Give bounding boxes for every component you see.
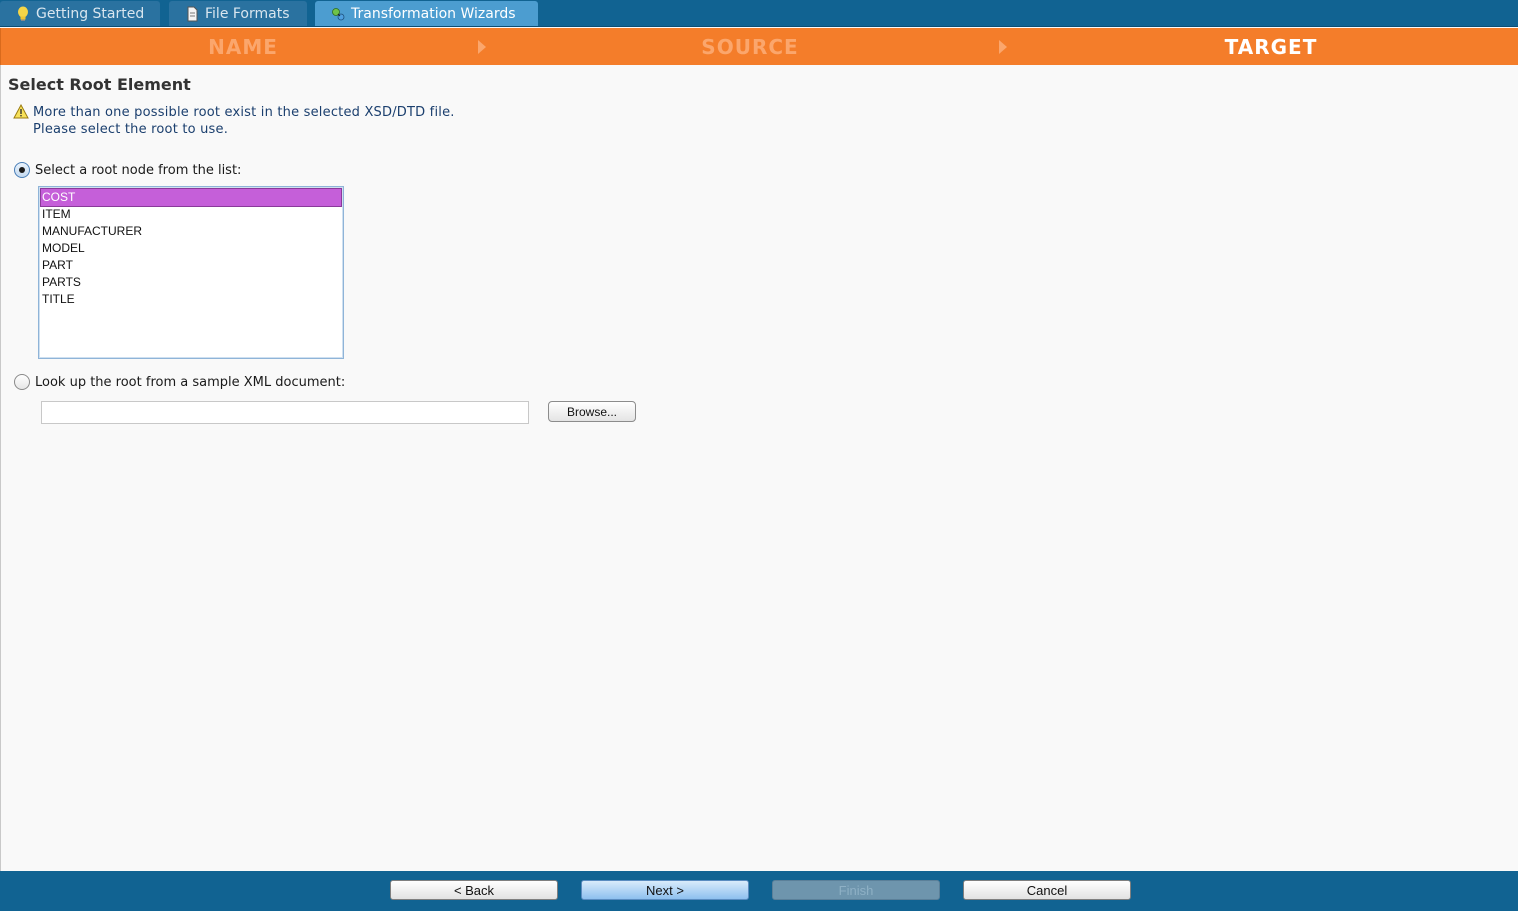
tab-getting-started[interactable]: Getting Started [0, 1, 160, 26]
step-source: SOURCE [701, 34, 799, 59]
back-button[interactable]: < Back [390, 880, 558, 900]
warning-message: More than one possible root exist in the… [33, 105, 455, 120]
radio-select-from-list-label[interactable]: Select a root node from the list: [35, 163, 241, 178]
radio-select-from-list[interactable] [14, 162, 30, 178]
root-node-list[interactable]: COST ITEM MANUFACTURER MODEL PART PARTS … [38, 186, 344, 359]
next-button[interactable]: Next > [581, 880, 749, 900]
step-name: NAME [208, 34, 278, 59]
xml-document-path-input[interactable] [41, 401, 529, 424]
finish-button[interactable]: Finish [772, 880, 940, 900]
tab-label: Getting Started [36, 5, 145, 22]
tab-file-formats[interactable]: File Formats [169, 1, 307, 26]
wizard-footer: < Back Next > Finish Cancel [0, 871, 1518, 911]
list-item[interactable]: PART [41, 257, 341, 274]
document-icon [187, 6, 198, 21]
browse-button[interactable]: Browse... [548, 401, 636, 422]
wizard-content: Select Root Element More than one possib… [0, 65, 1518, 871]
step-arrow-icon [999, 40, 1007, 54]
lightbulb-icon [18, 6, 28, 21]
list-item[interactable]: MANUFACTURER [41, 223, 341, 240]
list-item[interactable]: COST [40, 188, 342, 207]
list-item[interactable]: PARTS [41, 274, 341, 291]
wizard-icon [332, 7, 345, 20]
page-title: Select Root Element [8, 75, 191, 94]
tab-transformation-wizards[interactable]: Transformation Wizards [315, 1, 538, 26]
radio-sample-xml[interactable] [14, 374, 30, 390]
warning-message: Please select the root to use. [33, 122, 229, 137]
top-tab-bar: Getting Started File Formats Transformat… [0, 0, 1518, 27]
step-arrow-icon [478, 40, 486, 54]
radio-sample-xml-label[interactable]: Look up the root from a sample XML docum… [35, 375, 345, 390]
list-item[interactable]: MODEL [41, 240, 341, 257]
tab-label: File Formats [205, 5, 290, 22]
wizard-step-bar: NAME SOURCE TARGET [0, 28, 1518, 65]
tab-label: Transformation Wizards [351, 5, 516, 22]
step-target: TARGET [1224, 34, 1318, 59]
cancel-button[interactable]: Cancel [963, 880, 1131, 900]
list-item[interactable]: TITLE [41, 291, 341, 308]
list-item[interactable]: ITEM [41, 206, 341, 223]
warning-icon [13, 104, 29, 119]
